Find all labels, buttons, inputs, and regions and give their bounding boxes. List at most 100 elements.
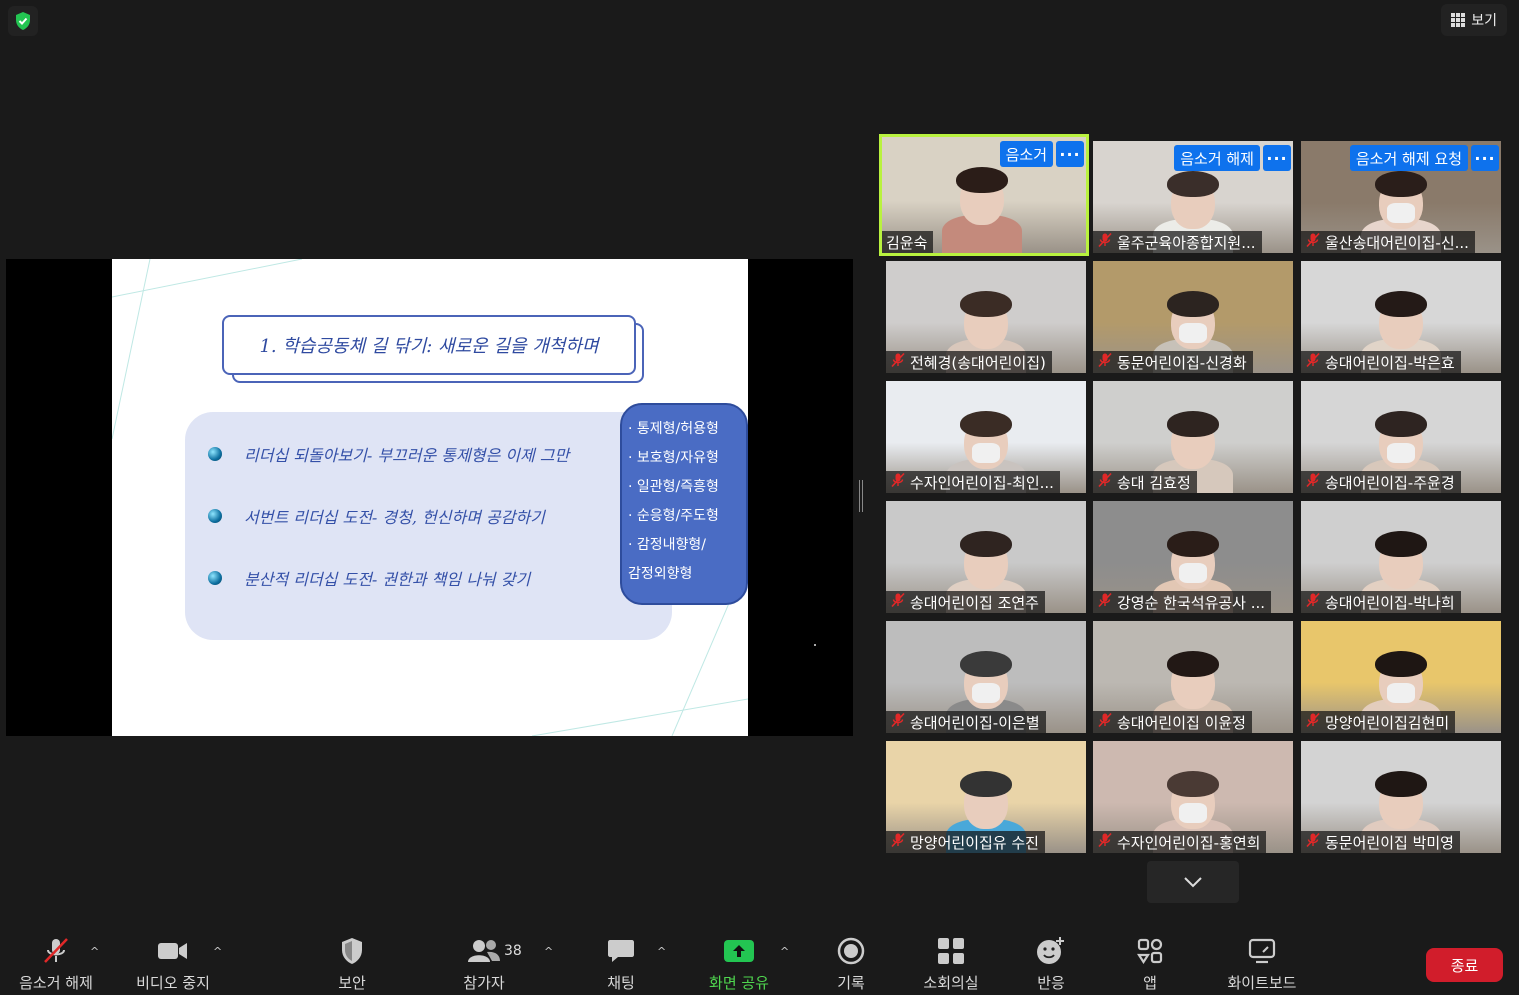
participant-tile[interactable]: 전혜경(송대어린이집) bbox=[886, 261, 1086, 373]
tile-overlay-buttons: 음소거 해제 ··· bbox=[1174, 145, 1291, 171]
share-screen-button[interactable]: 화면 공유 bbox=[704, 935, 774, 993]
end-meeting-button[interactable]: 종료 bbox=[1426, 948, 1503, 982]
muted-mic-icon bbox=[1305, 232, 1321, 252]
participant-tile[interactable]: 수자인어린이집-홍연희 bbox=[1093, 741, 1293, 853]
participants-label: 참가자 bbox=[463, 974, 505, 992]
tile-mute-action-button[interactable]: 음소거 해제 bbox=[1174, 145, 1260, 171]
reactions-button[interactable]: 반응 bbox=[1026, 935, 1076, 993]
participant-tile[interactable]: 송대어린이집-이은별 bbox=[886, 621, 1086, 733]
grid-icon bbox=[1451, 13, 1466, 27]
tile-more-options-button[interactable]: ··· bbox=[1056, 141, 1084, 167]
participant-name-bar: 송대 김효정 bbox=[1093, 471, 1197, 493]
participant-tile[interactable]: 동문어린이집 박미영 bbox=[1301, 741, 1501, 853]
participant-tile[interactable]: 수자인어린이집-최인... bbox=[886, 381, 1086, 493]
tile-overlay-buttons: 음소거 해제 요청 ··· bbox=[1349, 145, 1499, 171]
participant-name-bar: 김윤숙 bbox=[882, 231, 934, 253]
bullet-item: 리더십 되돌아보기- 부끄러운 통제형은 이제 그만 bbox=[208, 442, 569, 466]
muted-mic-icon bbox=[890, 712, 906, 732]
participant-tile[interactable]: 음소거 해제 ··· 울주군육아종합지원... bbox=[1093, 141, 1293, 253]
share-screen-label: 화면 공유 bbox=[709, 974, 769, 992]
reactions-label: 반응 bbox=[1037, 974, 1065, 992]
callout-item: · 일관형/즉흥형 bbox=[628, 479, 719, 495]
participant-tile[interactable]: 송대어린이집-박나희 bbox=[1301, 501, 1501, 613]
bullet-dot-icon bbox=[208, 571, 222, 585]
callout-item: · 통제형/허용형 bbox=[628, 421, 719, 437]
bullet-text: 리더십 되돌아보기- 부끄러운 통제형은 이제 그만 bbox=[244, 446, 570, 465]
unmute-button[interactable]: 음소거 해제 bbox=[16, 935, 96, 993]
participant-hair bbox=[1375, 771, 1427, 797]
participants-count: 38 bbox=[504, 943, 522, 959]
participant-name-bar: 송대어린이집-이은별 bbox=[886, 711, 1046, 733]
muted-mic-icon bbox=[1097, 352, 1113, 372]
participant-hair bbox=[1167, 291, 1219, 317]
participant-name-bar: 송대어린이집-박나희 bbox=[1301, 591, 1461, 613]
participant-tile[interactable]: 음소거 ··· 김윤숙 bbox=[879, 134, 1089, 256]
muted-mic-icon bbox=[1097, 592, 1113, 612]
participant-hair bbox=[1375, 531, 1427, 557]
bullet-dot-icon bbox=[208, 447, 222, 461]
gallery-next-page-button[interactable] bbox=[1147, 861, 1239, 903]
muted-mic-icon bbox=[1097, 472, 1113, 492]
share-screen-arrow-icon bbox=[723, 935, 755, 966]
participant-tile[interactable]: 망양어린이집유 수진 bbox=[886, 741, 1086, 853]
participant-tile[interactable]: 송대어린이집 이윤정 bbox=[1093, 621, 1293, 733]
participant-tile[interactable]: 강영순 한국석유공사 ... bbox=[1093, 501, 1293, 613]
breakout-rooms-button[interactable]: 소회의실 bbox=[916, 935, 986, 993]
participant-name: 송대어린이집-이은별 bbox=[910, 713, 1040, 732]
security-shield-icon bbox=[340, 935, 364, 966]
apps-button[interactable]: 앱 bbox=[1125, 935, 1175, 993]
participant-hair bbox=[1375, 411, 1427, 437]
split-resize-handle[interactable] bbox=[859, 480, 863, 512]
participant-name-bar: 송대어린이집-박은효 bbox=[1301, 351, 1461, 373]
participant-name: 동문어린이집 박미영 bbox=[1325, 833, 1454, 852]
muted-mic-icon bbox=[890, 592, 906, 612]
participant-name: 수자인어린이집-최인... bbox=[910, 473, 1054, 492]
stop-video-label: 비디오 중지 bbox=[136, 974, 210, 992]
share-options-caret-icon[interactable]: ^ bbox=[780, 945, 789, 958]
security-button[interactable]: 보안 bbox=[322, 935, 382, 993]
bullet-text: 서번트 리더십 도전- 경청, 헌신하며 공감하기 bbox=[244, 508, 545, 527]
participant-hair bbox=[1375, 291, 1427, 317]
face-mask bbox=[1179, 563, 1207, 583]
participant-name: 울산송대어린이집-신... bbox=[1325, 233, 1469, 252]
participant-tile[interactable]: 송대어린이집-박은효 bbox=[1301, 261, 1501, 373]
breakout-rooms-label: 소회의실 bbox=[923, 974, 979, 992]
participant-name-bar: 울산송대어린이집-신... bbox=[1301, 231, 1475, 253]
tile-mute-action-button[interactable]: 음소거 bbox=[999, 141, 1053, 167]
stop-video-button[interactable]: 비디오 중지 bbox=[133, 935, 213, 993]
participant-name: 송대 김효정 bbox=[1117, 473, 1191, 492]
participant-name-bar: 송대어린이집 이윤정 bbox=[1093, 711, 1252, 733]
participant-tile[interactable]: 송대어린이집 조연주 bbox=[886, 501, 1086, 613]
participant-tile[interactable]: 송대 김효정 bbox=[1093, 381, 1293, 493]
participant-name: 수자인어린이집-홍연희 bbox=[1117, 833, 1261, 852]
record-button[interactable]: 기록 bbox=[826, 935, 876, 993]
participant-name-bar: 송대어린이집-주윤경 bbox=[1301, 471, 1461, 493]
participant-tile[interactable]: 송대어린이집-주윤경 bbox=[1301, 381, 1501, 493]
whiteboard-button[interactable]: 화이트보드 bbox=[1222, 935, 1302, 993]
participant-hair bbox=[960, 411, 1012, 437]
shared-screen[interactable]: 1. 학습공동체 길 닦기: 새로운 길을 개척하며 리더십 되돌아보기- 부끄… bbox=[6, 259, 853, 736]
tile-mute-action-button[interactable]: 음소거 해제 요청 bbox=[1349, 145, 1468, 171]
bullet-text: 분산적 리더십 도전- 권한과 책임 나눠 갖기 bbox=[244, 570, 531, 589]
video-options-caret-icon[interactable]: ^ bbox=[213, 945, 222, 958]
participant-hair bbox=[1167, 651, 1219, 677]
participant-tile[interactable]: 망양어린이집김현미 bbox=[1301, 621, 1501, 733]
muted-mic-icon bbox=[1305, 832, 1321, 852]
audio-options-caret-icon[interactable]: ^ bbox=[90, 945, 99, 958]
participant-name: 김윤숙 bbox=[886, 233, 928, 252]
participant-name-bar: 수자인어린이집-최인... bbox=[886, 471, 1060, 493]
encryption-shield-icon[interactable] bbox=[8, 6, 38, 36]
participant-hair bbox=[1167, 531, 1219, 557]
tile-more-options-button[interactable]: ··· bbox=[1263, 145, 1291, 171]
participant-tile[interactable]: 동문어린이집-신경화 bbox=[1093, 261, 1293, 373]
callout-item: · 순응형/주도형 bbox=[628, 508, 719, 524]
participant-tile[interactable]: 음소거 해제 요청 ··· 울산송대어린이집-신... bbox=[1301, 141, 1501, 253]
participants-icon bbox=[467, 935, 501, 966]
chat-options-caret-icon[interactable]: ^ bbox=[657, 945, 666, 958]
face-mask bbox=[1179, 323, 1207, 343]
participants-options-caret-icon[interactable]: ^ bbox=[544, 945, 553, 958]
chat-button[interactable]: 채팅 bbox=[596, 935, 646, 993]
view-button[interactable]: 보기 bbox=[1441, 4, 1507, 36]
tile-more-options-button[interactable]: ··· bbox=[1471, 145, 1499, 171]
callout-item: · 보호형/자유형 bbox=[628, 450, 719, 466]
